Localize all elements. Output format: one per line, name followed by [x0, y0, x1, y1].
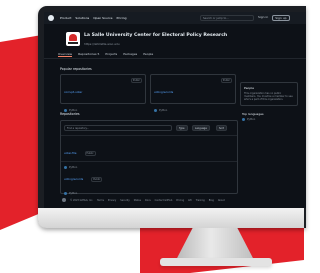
tab-projects[interactable]: Projects — [105, 52, 117, 57]
repo-link[interactable]: votingrecords — [64, 177, 83, 181]
footer-link[interactable]: Privacy — [108, 199, 116, 202]
github-logo-icon[interactable] — [48, 15, 54, 21]
footer-link[interactable]: Docs — [145, 199, 151, 202]
people-box: People This organization has no public m… — [240, 82, 298, 106]
visibility-badge: Public — [84, 151, 96, 156]
monitor-foot — [160, 258, 272, 266]
people-title: People — [244, 86, 254, 90]
repo-language: Python — [159, 109, 168, 112]
org-website-link[interactable]: https://lafollette.wisc.edu — [84, 42, 120, 46]
tab-packages[interactable]: Packages — [123, 52, 137, 57]
pinned-repo-card: Public votingrecords Python — [150, 74, 236, 112]
repo-list-item: votingrecords Public Python — [64, 165, 234, 195]
top-language-item: Python — [242, 118, 255, 121]
pinned-repo-link[interactable]: corrupt-voter — [64, 90, 82, 94]
footer-link[interactable]: Status — [134, 199, 141, 202]
pinned-repo-link[interactable]: votingrecords — [154, 90, 173, 94]
language-dot-icon — [64, 192, 67, 195]
repo-filter-bar: Find a repository... Type Language Sort — [64, 125, 234, 132]
tab-people[interactable]: People — [143, 52, 153, 57]
people-text: This organization has no public members.… — [244, 92, 293, 102]
language-select[interactable]: Language — [192, 125, 210, 131]
nav-solutions[interactable]: Solutions — [75, 16, 89, 20]
find-repository-input[interactable]: Find a repository... — [64, 125, 172, 131]
repo-language: Python — [69, 192, 78, 195]
visibility-badge: Public — [91, 177, 103, 182]
footer-link[interactable]: API — [188, 199, 192, 202]
sort-select[interactable]: Sort — [216, 125, 227, 131]
pinned-repo-card: Public corrupt-voter Python — [60, 74, 146, 112]
repo-link[interactable]: voter-file — [64, 151, 76, 155]
type-select[interactable]: Type — [176, 125, 188, 131]
footer-link[interactable]: About — [218, 199, 225, 202]
page-footer: © 2023 GitHub, Inc. Terms Privacy Securi… — [62, 198, 302, 202]
language-dot-icon — [242, 118, 245, 121]
flame-icon — [69, 34, 77, 41]
top-languages-title: Top languages — [242, 112, 264, 116]
visibility-badge: Public — [220, 78, 232, 83]
auth-links: Sign in Sign up — [258, 15, 290, 21]
org-avatar — [66, 32, 80, 46]
sign-in-link[interactable]: Sign in — [258, 15, 268, 21]
visibility-badge: Public — [130, 78, 142, 83]
nav-pricing[interactable]: Pricing — [116, 16, 126, 20]
footer-link[interactable]: Contact GitHub — [155, 199, 173, 202]
search-input[interactable]: Search or jump to... — [200, 15, 254, 21]
footer-link[interactable]: Pricing — [176, 199, 184, 202]
repositories-title: Repositories — [60, 112, 80, 116]
top-nav: Product Solutions Open Source Pricing — [60, 16, 127, 20]
footer-link[interactable]: Blog — [209, 199, 214, 202]
browser-screen: Product Solutions Open Source Pricing Se… — [44, 12, 306, 208]
nav-open-source[interactable]: Open Source — [93, 16, 112, 20]
footer-link[interactable]: Training — [196, 199, 205, 202]
org-name: La Salle University Center for Electoral… — [84, 33, 228, 38]
language-dot-icon — [154, 109, 157, 112]
footer-link[interactable]: Terms — [97, 199, 104, 202]
footer-copyright: © 2023 GitHub, Inc. — [70, 198, 94, 202]
tab-repositories[interactable]: Repositories 5 — [78, 52, 99, 57]
org-tabs: Overview Repositories 5 Projects Package… — [58, 52, 153, 57]
monitor-chin — [38, 208, 304, 228]
repository-list: Find a repository... Type Language Sort … — [60, 120, 238, 195]
sign-up-button[interactable]: Sign up — [272, 15, 290, 21]
footer-link[interactable]: Security — [120, 199, 129, 202]
github-footer-logo-icon — [62, 198, 66, 202]
nav-product[interactable]: Product — [60, 16, 71, 20]
tab-overview[interactable]: Overview — [58, 52, 73, 57]
popular-repos-title: Popular repositories — [60, 67, 92, 71]
